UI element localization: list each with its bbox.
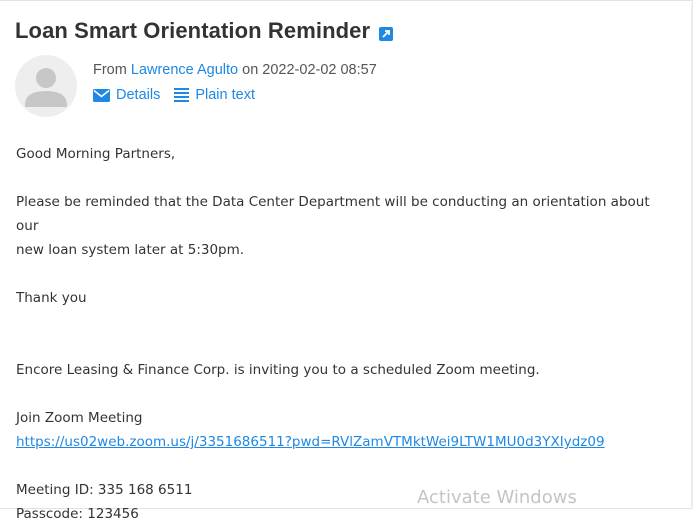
- invite-line: Encore Leasing & Finance Corp. is inviti…: [16, 362, 540, 378]
- sender-link[interactable]: Lawrence Agulto: [131, 62, 238, 78]
- email-meta: From Lawrence Agulto on 2022-02-02 08:57…: [93, 62, 377, 103]
- email-date: 2022-02-02 08:57: [262, 62, 377, 78]
- list-lines-icon: [174, 88, 190, 102]
- email-subject: Loan Smart Orientation Reminder: [15, 18, 371, 43]
- plain-text-label: Plain text: [195, 87, 255, 103]
- envelope-icon: [93, 88, 110, 102]
- details-button[interactable]: Details: [93, 87, 160, 103]
- avatar-placeholder-icon: [25, 68, 67, 107]
- thanks-line: Thank you: [16, 290, 87, 306]
- avatar: [15, 55, 77, 117]
- on-word: on: [242, 62, 259, 78]
- meta-actions: Details Plain text: [93, 87, 377, 103]
- greeting: Good Morning Partners,: [16, 146, 176, 162]
- details-label: Details: [116, 87, 161, 103]
- join-label: Join Zoom Meeting: [16, 410, 143, 426]
- body-line: Please be reminded that the Data Center …: [16, 194, 650, 234]
- subject-row: Loan Smart Orientation Reminder: [15, 18, 394, 44]
- email-body: Good Morning Partners, Please be reminde…: [16, 142, 676, 526]
- plain-text-button[interactable]: Plain text: [174, 87, 255, 103]
- zoom-link[interactable]: https://us02web.zoom.us/j/3351686511?pwd…: [16, 434, 605, 450]
- scrollbar[interactable]: [691, 4, 693, 509]
- meeting-id: Meeting ID: 335 168 6511: [16, 482, 193, 498]
- body-line: new loan system later at 5:30pm.: [16, 242, 245, 258]
- open-external-icon[interactable]: [379, 26, 394, 41]
- passcode: Passcode: 123456: [16, 506, 139, 522]
- from-prefix: From: [93, 62, 127, 78]
- activate-windows-watermark: Activate Windows: [417, 487, 577, 508]
- sender-line: From Lawrence Agulto on 2022-02-02 08:57: [93, 62, 377, 78]
